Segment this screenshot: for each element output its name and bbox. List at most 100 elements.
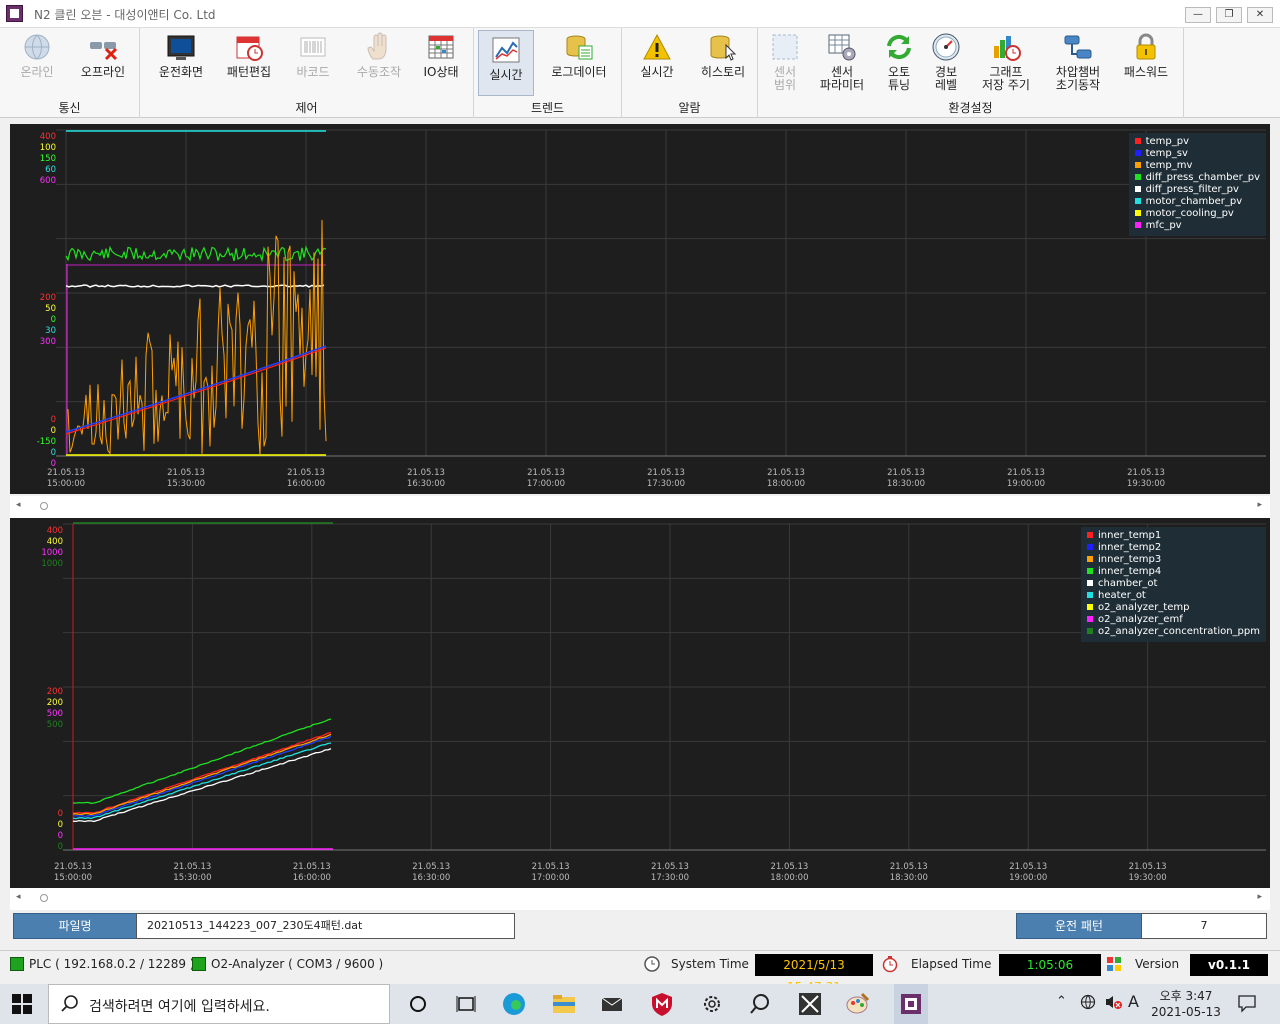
legend-item: o2_analyzer_emf [1087,614,1260,626]
diff-chamber-init-button[interactable]: 차압챔버 초기동작 [1046,28,1110,100]
alarm-history-button[interactable]: 히스토리 [690,28,756,100]
tray-overflow-chevron-icon[interactable]: ⌃ [1056,994,1067,1009]
graph-save-interval-button[interactable]: 그래프 저장 주기 [972,28,1040,100]
legend-swatch [1087,544,1094,550]
log-data-button[interactable]: 로그데이터 [542,28,616,100]
legend-swatch [1087,568,1094,574]
hand-icon [364,32,394,62]
windows-logo-icon [1106,956,1122,975]
system-time-value: 2021/5/13 15:47:31 [755,954,873,994]
ime-indicator[interactable]: A [1128,992,1139,1011]
io-status-button[interactable]: IO상태 [410,28,472,100]
taskbar-search[interactable]: 검색하려면 여기에 입력하세요. [48,984,390,1024]
task-view-icon[interactable] [452,990,480,1018]
legend-label: inner_temp1 [1098,530,1162,541]
sensor-range-button[interactable]: 센서 범위 [760,28,810,100]
bar-chart-clock-icon [991,32,1021,62]
x-tick-date: 21.05.13 [54,862,92,872]
edge-browser-icon[interactable] [500,990,528,1018]
group-label-comm: 통신 [58,101,81,115]
file-explorer-icon[interactable] [550,990,578,1018]
y-axis-label: 30 [45,326,56,336]
n2-oven-app-taskbar-icon[interactable] [894,984,928,1024]
alarm-realtime-button[interactable]: 실시간 [626,28,688,100]
legend-swatch [1134,222,1141,228]
scroll-left-arrow-icon[interactable]: ◂ [16,500,21,510]
legend-label: inner_temp4 [1098,566,1162,577]
scroll-left-arrow-icon[interactable]: ◂ [16,892,21,902]
taskbar-clock-time[interactable]: 오후 3:47 [1158,987,1214,1004]
legend-swatch [1087,532,1094,538]
scroll-right-arrow-icon[interactable]: ▸ [1257,892,1262,902]
legend-item: o2_analyzer_concentration_ppm [1087,626,1260,638]
legend-label: chamber_ot [1098,578,1158,589]
y-axis-label: 1000 [41,559,63,569]
database-icon [564,32,594,62]
calendar-icon [234,32,264,62]
mail-icon[interactable] [598,990,626,1018]
legend-label: o2_analyzer_concentration_ppm [1098,626,1260,637]
snipping-tool-icon[interactable] [796,990,824,1018]
x-tick-time: 17:00:00 [532,873,570,883]
version-label: Version [1135,957,1180,971]
barcode-button[interactable]: 바코드 [282,28,344,100]
x-tick-time: 19:30:00 [1127,479,1165,489]
x-tick-date: 21.05.13 [167,468,205,478]
plc-status-led [10,957,24,971]
close-button[interactable]: ✕ [1247,7,1273,23]
taskbar-clock-date[interactable]: 2021-05-13 [1151,1005,1221,1019]
x-tick-time: 17:30:00 [647,479,685,489]
feedback-search-icon[interactable] [746,990,774,1018]
y-axis-label: 150 [40,154,56,164]
password-button[interactable]: 패스워드 [1114,28,1178,100]
online-button[interactable]: 온라인 [6,28,68,100]
trend-top-legend: temp_pv temp_sv temp_mv diff_press_chamber_… [1128,133,1266,236]
notification-center-icon[interactable] [1237,993,1257,1017]
x-tick-time: 17:00:00 [527,479,565,489]
scroll-thumb[interactable] [40,894,48,902]
sensor-parameter-button[interactable]: 센서 파라미터 [814,28,870,100]
x-tick-date: 21.05.13 [407,468,445,478]
legend-label: o2_analyzer_temp [1098,602,1190,613]
settings-gear-icon[interactable] [698,990,726,1018]
clock-icon [643,955,661,976]
y-axis-label: 200 [47,698,63,708]
x-tick-time: 19:00:00 [1009,873,1047,883]
legend-item: motor_chamber_pv [1134,196,1260,208]
network-status-icon[interactable] [1080,994,1096,1014]
scroll-thumb[interactable] [40,502,48,510]
manual-operation-button[interactable]: 수동조작 [348,28,410,100]
legend-swatch [1087,556,1094,562]
x-tick-time: 15:30:00 [173,873,211,883]
offline-button[interactable]: 오프라인 [72,28,134,100]
monitor-icon [166,32,196,62]
auto-tuning-button[interactable]: 오토 튜닝 [874,28,924,100]
paint-icon[interactable] [844,990,872,1018]
legend-swatch [1087,616,1094,622]
cortana-icon[interactable] [404,990,432,1018]
x-tick-time: 19:00:00 [1007,479,1045,489]
trend-realtime-button[interactable]: 실시간 [478,30,534,96]
run-pattern-label: 운전 패턴 [1016,913,1142,939]
windows-taskbar: 검색하려면 여기에 입력하세요. ⌃ A 오후 3:47 2021-05-13 [0,984,1280,1024]
trend-chart-bottom[interactable]: 21.05.13 15:00:00 21.05.13 15:30:00 21.05.13… [10,518,1270,888]
y-axis-label: 60 [45,165,56,175]
start-windows-icon[interactable] [12,994,40,1022]
pattern-edit-button[interactable]: 패턴편집 [218,28,280,100]
y-axis-label: 500 [47,720,63,730]
mcafee-icon[interactable] [648,990,676,1018]
trend-top-scrollbar[interactable]: ◂ ▸ [10,496,1270,518]
restore-button[interactable]: ❐ [1216,7,1242,23]
minimize-button[interactable]: — [1185,7,1211,23]
y-axis-label: 0 [58,831,63,841]
legend-item: inner_temp1 [1087,530,1260,542]
trend-chart-top[interactable]: 21.05.13 15:00:00 21.05.13 15:30:00 21.05.13… [10,124,1270,494]
volume-muted-icon[interactable] [1104,994,1122,1014]
alarm-level-button[interactable]: 경보 레벨 [922,28,970,100]
x-tick-time: 16:30:00 [412,873,450,883]
legend-swatch [1134,138,1141,144]
trend-bottom-scrollbar[interactable]: ◂ ▸ [10,888,1270,910]
scroll-right-arrow-icon[interactable]: ▸ [1257,500,1262,510]
legend-item: heater_ot [1087,590,1260,602]
run-screen-button[interactable]: 운전화면 [150,28,212,100]
